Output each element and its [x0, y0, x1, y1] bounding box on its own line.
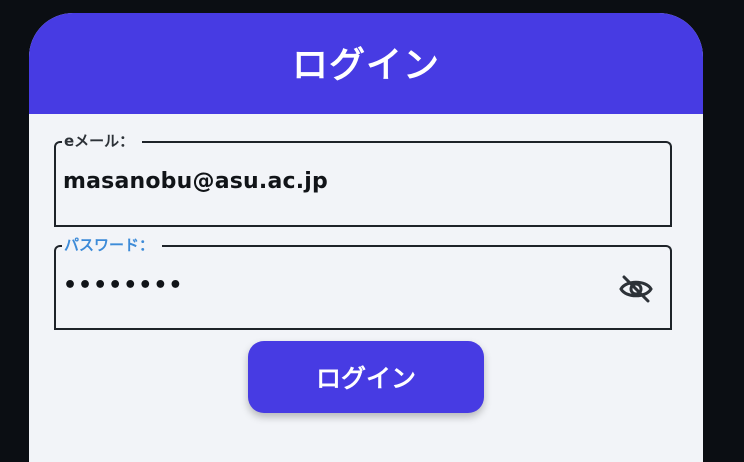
- password-field[interactable]: パスワード： ••••••••: [54, 234, 672, 330]
- login-page: ログイン eメール： masanobu@asu.ac.jp パスワード： •••…: [0, 0, 744, 462]
- eye-off-icon[interactable]: [618, 273, 654, 305]
- email-input[interactable]: masanobu@asu.ac.jp: [63, 169, 328, 194]
- password-label: パスワード：: [62, 234, 163, 256]
- card-header: ログイン: [29, 13, 703, 114]
- login-card: ログイン eメール： masanobu@asu.ac.jp パスワード： •••…: [29, 13, 703, 462]
- email-field[interactable]: eメール： masanobu@asu.ac.jp: [54, 130, 672, 227]
- login-button[interactable]: ログイン: [248, 341, 484, 413]
- password-input[interactable]: ••••••••: [63, 273, 184, 298]
- email-label: eメール：: [62, 130, 143, 152]
- page-title: ログイン: [291, 44, 440, 86]
